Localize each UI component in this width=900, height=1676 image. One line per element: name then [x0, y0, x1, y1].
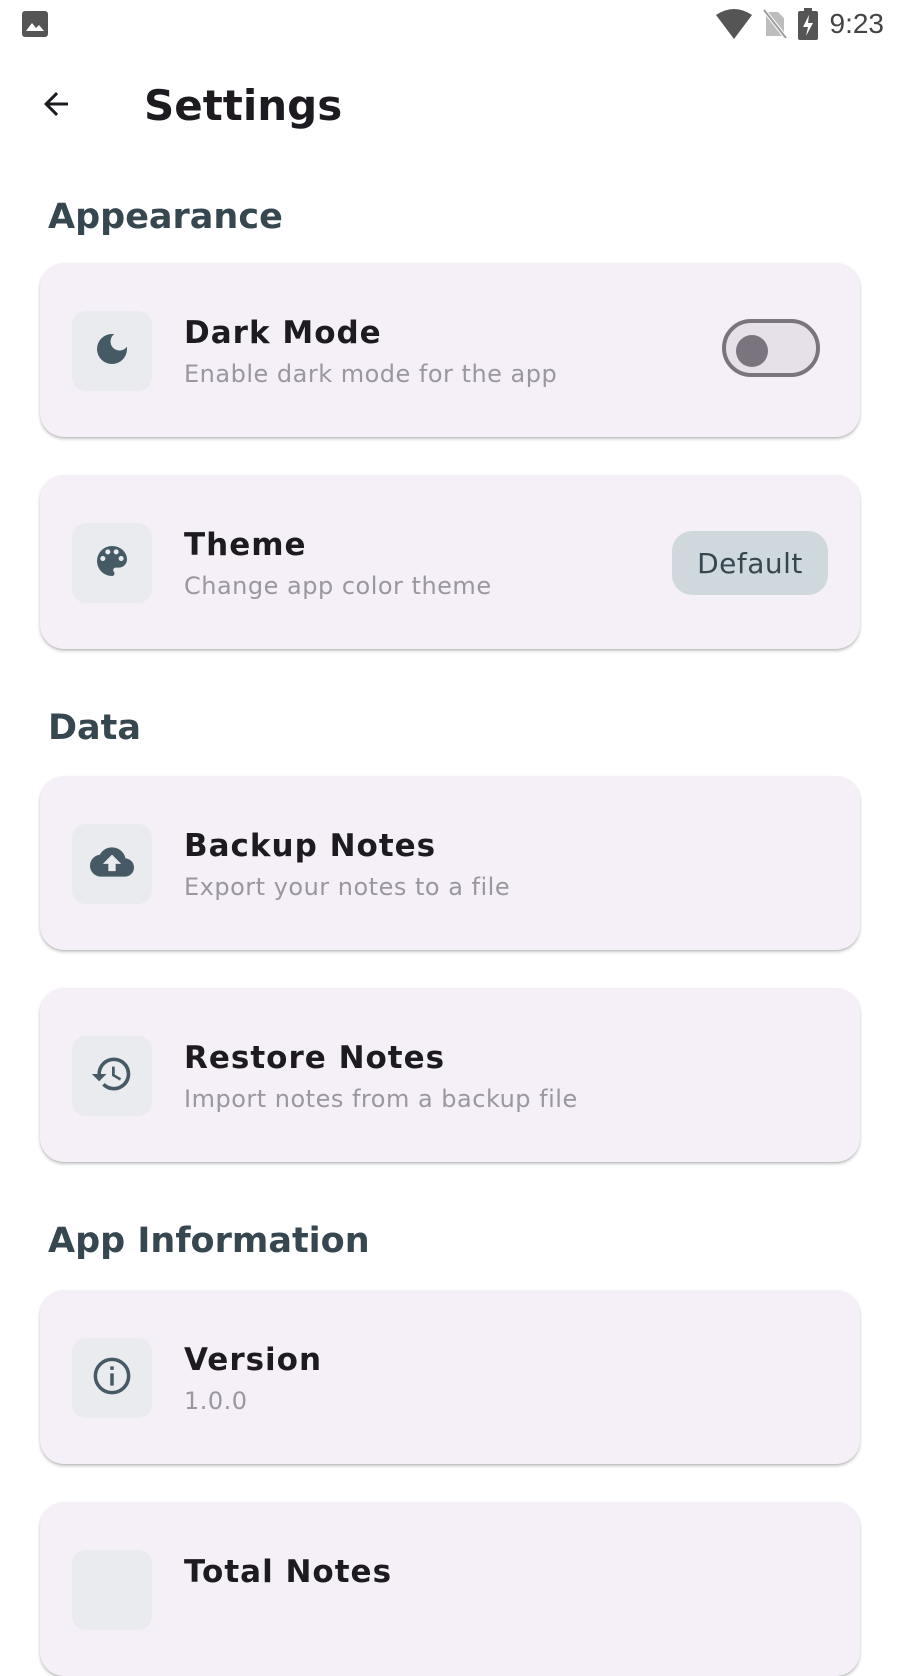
dark-mode-title: Dark Mode	[184, 315, 382, 351]
no-sim-icon	[761, 8, 788, 40]
dark-mode-icon-tile	[72, 311, 152, 391]
version-icon-tile	[72, 1338, 152, 1418]
theme-icon-tile	[72, 523, 152, 603]
backup-notes-card[interactable]: Backup Notes Export your notes to a file	[40, 776, 860, 950]
restore-notes-card[interactable]: Restore Notes Import notes from a backup…	[40, 988, 860, 1162]
page-title: Settings	[144, 81, 343, 130]
section-title-app-information: App Information	[48, 1221, 370, 1261]
arrow-back-icon	[38, 86, 74, 126]
restore-history-icon	[90, 1052, 134, 1100]
version-card: Version 1.0.0	[40, 1290, 860, 1464]
restore-notes-title: Restore Notes	[184, 1040, 446, 1076]
image-notification-icon	[22, 11, 48, 37]
dark-mode-subtitle: Enable dark mode for the app	[184, 360, 558, 388]
app-bar: Settings	[0, 60, 900, 150]
dark-mode-card[interactable]: Dark Mode Enable dark mode for the app	[40, 263, 860, 437]
total-notes-card: Total Notes	[40, 1502, 860, 1676]
version-title: Version	[184, 1342, 323, 1378]
back-button[interactable]	[28, 78, 84, 134]
total-notes-title: Total Notes	[184, 1554, 393, 1590]
theme-subtitle: Change app color theme	[184, 572, 492, 600]
theme-title: Theme	[184, 527, 307, 563]
status-bar: 9:23	[0, 0, 900, 50]
version-value: 1.0.0	[184, 1387, 248, 1415]
wifi-icon	[715, 9, 752, 39]
section-title-data: Data	[48, 708, 142, 748]
palette-icon	[92, 541, 132, 585]
section-title-appearance: Appearance	[48, 197, 283, 237]
battery-charging-icon	[797, 8, 818, 40]
moon-icon	[92, 329, 132, 373]
dark-mode-toggle[interactable]	[722, 319, 820, 377]
restore-notes-subtitle: Import notes from a backup file	[184, 1085, 578, 1113]
backup-notes-subtitle: Export your notes to a file	[184, 873, 511, 901]
theme-card[interactable]: Theme Change app color theme Default	[40, 475, 860, 649]
toggle-knob	[736, 335, 768, 367]
theme-value-chip[interactable]: Default	[672, 531, 828, 595]
restore-icon-tile	[72, 1036, 152, 1116]
status-icons: 9:23	[715, 6, 885, 42]
backup-notes-title: Backup Notes	[184, 828, 437, 864]
backup-icon-tile	[72, 824, 152, 904]
cloud-upload-icon	[90, 840, 134, 888]
status-time: 9:23	[829, 8, 885, 39]
info-icon	[91, 1355, 133, 1401]
total-notes-icon-tile	[72, 1550, 152, 1630]
